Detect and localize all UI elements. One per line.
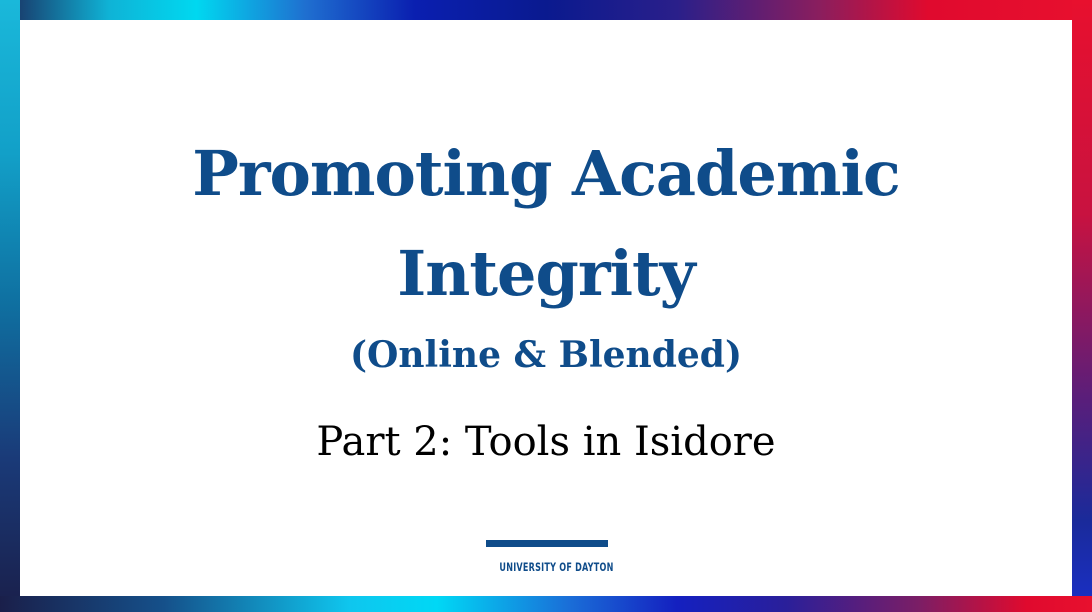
frame-top-border xyxy=(0,0,1092,20)
slide-title: Promoting Academic Integrity xyxy=(0,124,1092,324)
logo-bar xyxy=(486,540,608,547)
slide-title-line-1: Promoting Academic xyxy=(192,137,901,210)
slide-title-line-2: Integrity xyxy=(397,237,695,310)
slide-subtitle: (Online & Blended) xyxy=(349,334,743,376)
university-logo: UNIVERSITY OF DAYTON xyxy=(486,540,614,580)
slide-part-heading: Part 2: Tools in Isidore xyxy=(316,419,776,465)
slide: Promoting Academic Integrity (Online & B… xyxy=(0,0,1092,612)
logo-text: UNIVERSITY OF DAYTON xyxy=(499,560,614,574)
frame-bottom-border xyxy=(0,596,1092,612)
